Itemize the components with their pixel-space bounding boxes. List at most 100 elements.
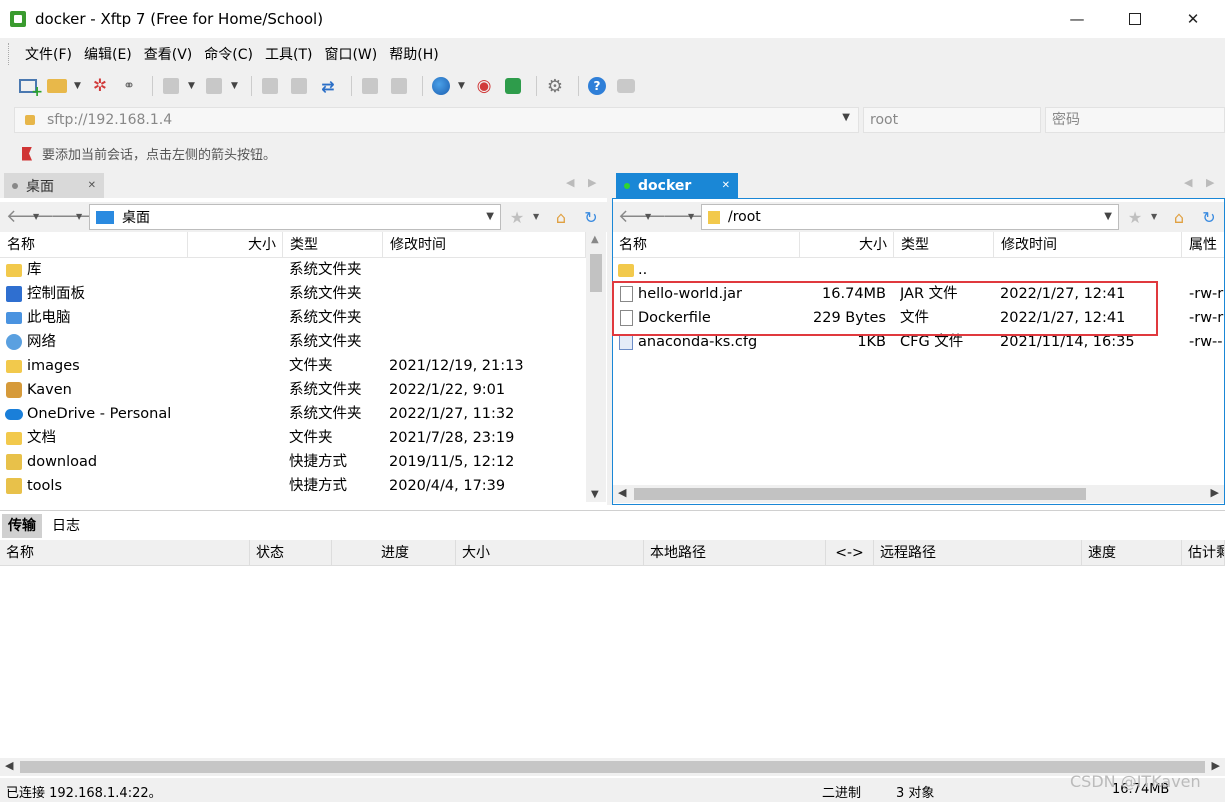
col-estimated[interactable]: 估计剩 — [1182, 540, 1225, 566]
connect-button[interactable]: ✲ — [88, 74, 112, 98]
view-button[interactable] — [202, 74, 226, 98]
open-dropdown-arrow[interactable]: ▼ — [74, 81, 82, 91]
local-file-list[interactable]: 名称 大小 类型 修改时间 库系统文件夹 控制面板 系统文件夹 此电脑 系统文件夹 网络系… — [0, 232, 586, 502]
col-direction[interactable]: <-> — [826, 540, 874, 566]
disconnect-button[interactable]: ⚭ — [117, 74, 141, 98]
close-button[interactable]: ✕ — [1164, 0, 1222, 38]
transfer-list[interactable] — [0, 566, 1225, 758]
scroll-thumb[interactable] — [634, 488, 1086, 500]
col-modified[interactable]: 修改时间 — [383, 232, 586, 258]
options-button[interactable]: ⚙ — [543, 74, 567, 98]
back-dropdown-icon[interactable]: ▼ — [33, 212, 39, 221]
col-speed[interactable]: 速度 — [1082, 540, 1182, 566]
chevron-down-icon[interactable]: ▼ — [842, 112, 850, 123]
favorite-dropdown-icon[interactable]: ▼ — [533, 212, 539, 221]
tab-next-icon[interactable]: ▶ — [588, 176, 596, 189]
refresh-icon[interactable]: ↻ — [1200, 208, 1218, 227]
scroll-left-icon[interactable]: ◀ — [618, 486, 626, 499]
tab-desktop[interactable]: 桌面 ✕ — [4, 173, 104, 198]
scroll-down-icon[interactable]: ▼ — [591, 489, 599, 500]
col-size[interactable]: 大小 — [456, 540, 644, 566]
forward-dropdown-icon[interactable]: ▼ — [76, 212, 82, 221]
help-button[interactable]: ? — [585, 74, 609, 98]
file-row[interactable]: hello-world.jar 16.74MB JAR 文件 2022/1/27, 1… — [612, 282, 1225, 306]
maximize-button[interactable] — [1106, 0, 1164, 38]
col-size[interactable]: 大小 — [188, 232, 283, 258]
session-properties-button[interactable] — [159, 74, 183, 98]
file-row[interactable]: 网络 系统文件夹 — [0, 330, 586, 354]
chat-button[interactable] — [614, 74, 638, 98]
refresh-icon[interactable]: ↻ — [582, 208, 600, 227]
col-attributes[interactable]: 属性 — [1182, 232, 1225, 258]
tab-docker[interactable]: docker ✕ — [616, 173, 738, 198]
scroll-up-icon[interactable]: ▲ — [591, 234, 599, 245]
scroll-left-icon[interactable]: ◀ — [5, 759, 13, 772]
menu-file[interactable]: 文件(F) — [19, 44, 78, 64]
file-row[interactable]: tools 快捷方式 2020/4/4, 17:39 — [0, 474, 586, 498]
back-dropdown-icon[interactable]: ▼ — [645, 212, 651, 221]
menu-window[interactable]: 窗口(W) — [318, 44, 383, 64]
close-tab-icon[interactable]: ✕ — [88, 180, 96, 191]
open-session-button[interactable] — [45, 74, 69, 98]
left-path-input[interactable]: 桌面 ▼ — [89, 204, 501, 230]
tab-prev-icon[interactable]: ◀ — [1184, 176, 1192, 189]
tab-log[interactable]: 日志 — [46, 514, 86, 538]
favorite-star-icon[interactable]: ★ — [1126, 208, 1144, 227]
tab-prev-icon[interactable]: ◀ — [566, 176, 574, 189]
col-local-path[interactable]: 本地路径 — [644, 540, 826, 566]
copy-button[interactable] — [358, 74, 382, 98]
bookmark-flag-icon[interactable] — [22, 146, 32, 161]
back-arrow-icon[interactable]: 🡐 — [6, 206, 54, 227]
encoding-button[interactable] — [429, 74, 453, 98]
col-name[interactable]: 名称 — [0, 232, 188, 258]
scroll-right-icon[interactable]: ▶ — [1212, 759, 1220, 772]
menu-edit[interactable]: 编辑(E) — [78, 44, 138, 64]
file-row[interactable]: Kaven 系统文件夹 2022/1/22, 9:01 — [0, 378, 586, 402]
col-progress[interactable]: 进度 — [332, 540, 456, 566]
chevron-down-icon[interactable]: ▼ — [486, 211, 494, 222]
favorite-dropdown-icon[interactable]: ▼ — [1151, 212, 1157, 221]
password-input[interactable]: 密码 — [1045, 107, 1225, 133]
paste-button[interactable] — [387, 74, 411, 98]
file-row[interactable]: anaconda-ks.cfg 1KB CFG 文件 2021/11/14, 16:3… — [612, 330, 1225, 354]
tab-next-icon[interactable]: ▶ — [1206, 176, 1214, 189]
encoding-dropdown-arrow[interactable]: ▼ — [458, 81, 466, 91]
file-row[interactable]: OneDrive - Personal 系统文件夹 2022/1/27, 11:32 — [0, 402, 586, 426]
col-name[interactable]: 名称 — [0, 540, 250, 566]
xftp-button[interactable] — [501, 74, 525, 98]
local-vertical-scrollbar[interactable]: ▲ ▼ — [586, 232, 606, 502]
xshell-button[interactable]: ◉ — [472, 74, 496, 98]
file-row[interactable]: 此电脑 系统文件夹 — [0, 306, 586, 330]
chevron-down-icon[interactable]: ▼ — [1104, 211, 1112, 222]
col-size[interactable]: 大小 — [800, 232, 894, 258]
file-row[interactable]: download 快捷方式 2019/11/5, 12:12 — [0, 450, 586, 474]
new-session-button[interactable] — [16, 74, 43, 100]
download-button[interactable] — [287, 74, 311, 98]
properties-dropdown-arrow[interactable]: ▼ — [188, 81, 196, 91]
menu-command[interactable]: 命令(C) — [198, 44, 259, 64]
col-modified[interactable]: 修改时间 — [994, 232, 1182, 258]
col-remote-path[interactable]: 远程路径 — [874, 540, 1082, 566]
file-row[interactable]: Dockerfile 229 Bytes 文件 2022/1/27, 12:41 -rw… — [612, 306, 1225, 330]
scroll-right-icon[interactable]: ▶ — [1211, 486, 1219, 499]
col-name[interactable]: 名称 — [612, 232, 800, 258]
transfer-horizontal-scrollbar[interactable]: ◀ ▶ — [0, 758, 1225, 776]
file-row[interactable]: 文档 文件夹 2021/7/28, 23:19 — [0, 426, 586, 450]
remote-file-list[interactable]: 名称 大小 类型 修改时间 属性 .. hello-world.jar 16.74M… — [612, 232, 1225, 485]
favorite-star-icon[interactable]: ★ — [508, 208, 526, 227]
scroll-thumb[interactable] — [20, 761, 1205, 773]
col-status[interactable]: 状态 — [250, 540, 332, 566]
host-address-input[interactable]: sftp://192.168.1.4 ▼ — [14, 107, 859, 133]
file-row[interactable]: 控制面板 系统文件夹 — [0, 282, 586, 306]
scroll-thumb[interactable] — [590, 254, 602, 292]
close-tab-icon[interactable]: ✕ — [722, 180, 730, 191]
remote-horizontal-scrollbar[interactable]: ◀ ▶ — [612, 485, 1225, 503]
col-type[interactable]: 类型 — [894, 232, 994, 258]
home-folder-icon[interactable]: ⌂ — [552, 208, 570, 227]
file-row[interactable]: images 文件夹 2021/12/19, 21:13 — [0, 354, 586, 378]
menu-help[interactable]: 帮助(H) — [383, 44, 444, 64]
file-row[interactable]: .. — [612, 258, 1225, 282]
username-input[interactable]: root — [863, 107, 1041, 133]
file-row[interactable]: 库 系统文件夹 — [0, 258, 586, 282]
menu-tools[interactable]: 工具(T) — [259, 44, 318, 64]
